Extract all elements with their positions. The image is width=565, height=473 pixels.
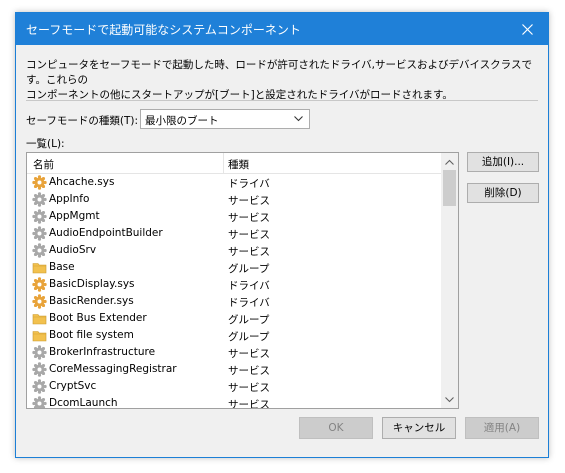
row-name: Boot Bus Extender bbox=[49, 312, 147, 324]
description-line-1: コンピュータをセーフモードで起動した時、ロードが許可されたドライバ,サービスおよ… bbox=[26, 59, 532, 86]
list-row[interactable]: DcomLaunch サービス bbox=[27, 395, 441, 409]
description-text: コンピュータをセーフモードで起動した時、ロードが許可されたドライバ,サービスおよ… bbox=[26, 58, 538, 103]
row-type: サービス bbox=[228, 399, 270, 409]
scroll-up-button[interactable] bbox=[441, 153, 458, 170]
service-gear-icon bbox=[32, 209, 47, 224]
scroll-down-button[interactable] bbox=[441, 391, 458, 408]
row-type: ドライバ bbox=[228, 178, 270, 190]
list-row[interactable]: AppMgmt サービス bbox=[27, 208, 441, 225]
row-type: グループ bbox=[228, 263, 270, 275]
list-row[interactable]: BasicRender.sys ドライバ bbox=[27, 293, 441, 310]
column-divider[interactable] bbox=[223, 153, 224, 173]
chevron-down-icon bbox=[294, 116, 303, 122]
service-gear-icon bbox=[32, 226, 47, 241]
cancel-button[interactable]: キャンセル bbox=[382, 417, 456, 439]
row-name: BasicRender.sys bbox=[49, 295, 134, 307]
row-name: CoreMessagingRegistrar bbox=[49, 363, 177, 375]
mode-select[interactable]: 最小限のブート bbox=[140, 109, 310, 129]
row-name: Boot file system bbox=[49, 329, 134, 341]
dialog-window: セーフモードで起動可能なシステムコンポーネント コンピュータをセーフモードで起動… bbox=[15, 12, 549, 458]
service-gear-icon bbox=[32, 396, 47, 408]
list-row[interactable]: BasicDisplay.sys ドライバ bbox=[27, 276, 441, 293]
chevron-up-icon bbox=[445, 159, 454, 165]
close-icon bbox=[521, 23, 533, 35]
row-type: ドライバ bbox=[228, 297, 270, 309]
row-type: サービス bbox=[228, 229, 270, 241]
component-listview[interactable]: 名前 種類 Ahcache.sys ドライバ AppInfo サービス AppMgmt サ… bbox=[26, 152, 459, 409]
row-name: AudioEndpointBuilder bbox=[49, 227, 163, 239]
separator bbox=[26, 100, 538, 101]
gear-icon bbox=[32, 175, 47, 190]
row-type: ドライバ bbox=[228, 280, 270, 292]
service-gear-icon bbox=[32, 362, 47, 377]
list-row[interactable]: AudioSrv サービス bbox=[27, 242, 441, 259]
list-header: 名前 種類 bbox=[27, 153, 441, 174]
row-type: サービス bbox=[228, 195, 270, 207]
row-type: グループ bbox=[228, 331, 270, 343]
row-name: CryptSvc bbox=[49, 380, 97, 392]
chevron-down-icon bbox=[445, 396, 454, 402]
list-row[interactable]: Boot Bus Extender グループ bbox=[27, 310, 441, 327]
gear-icon bbox=[32, 277, 47, 292]
ok-button[interactable]: OK bbox=[299, 417, 373, 439]
vertical-scrollbar[interactable] bbox=[441, 153, 458, 408]
title-bar: セーフモードで起動可能なシステムコンポーネント bbox=[16, 13, 548, 45]
row-name: BrokerInfrastructure bbox=[49, 346, 156, 358]
service-gear-icon bbox=[32, 243, 47, 258]
mode-selected-value: 最小限のブート bbox=[145, 115, 219, 127]
row-type: サービス bbox=[228, 246, 270, 258]
folder-icon bbox=[32, 328, 47, 343]
list-row[interactable]: Boot file system グループ bbox=[27, 327, 441, 344]
close-button[interactable] bbox=[506, 13, 548, 45]
window-title: セーフモードで起動可能なシステムコンポーネント bbox=[26, 23, 301, 37]
list-row[interactable]: AppInfo サービス bbox=[27, 191, 441, 208]
gear-icon bbox=[32, 294, 47, 309]
add-button[interactable]: 追加(I)... bbox=[467, 152, 539, 172]
list-label: 一覧(L): bbox=[26, 138, 65, 150]
column-header-type[interactable]: 種類 bbox=[228, 157, 249, 172]
row-name: AppMgmt bbox=[49, 210, 100, 222]
list-row[interactable]: CoreMessagingRegistrar サービス bbox=[27, 361, 441, 378]
row-name: DcomLaunch bbox=[49, 397, 118, 409]
row-name: BasicDisplay.sys bbox=[49, 278, 135, 290]
list-row[interactable]: Ahcache.sys ドライバ bbox=[27, 174, 441, 191]
row-type: サービス bbox=[228, 365, 270, 377]
mode-label: セーフモードの種類(T): bbox=[26, 115, 139, 127]
scroll-thumb[interactable] bbox=[443, 170, 456, 206]
service-gear-icon bbox=[32, 345, 47, 360]
row-type: サービス bbox=[228, 212, 270, 224]
apply-button[interactable]: 適用(A) bbox=[465, 417, 539, 439]
list-row[interactable]: BrokerInfrastructure サービス bbox=[27, 344, 441, 361]
row-name: Ahcache.sys bbox=[49, 176, 115, 188]
list-rows: Ahcache.sys ドライバ AppInfo サービス AppMgmt サービス Aud… bbox=[27, 174, 441, 409]
row-name: Base bbox=[49, 261, 75, 273]
row-name: AudioSrv bbox=[49, 244, 97, 256]
folder-icon bbox=[32, 311, 47, 326]
row-type: サービス bbox=[228, 382, 270, 394]
row-type: グループ bbox=[228, 314, 270, 326]
delete-button[interactable]: 削除(D) bbox=[467, 183, 539, 203]
row-name: AppInfo bbox=[49, 193, 90, 205]
list-row[interactable]: AudioEndpointBuilder サービス bbox=[27, 225, 441, 242]
list-row[interactable]: Base グループ bbox=[27, 259, 441, 276]
folder-icon bbox=[32, 260, 47, 275]
column-header-name[interactable]: 名前 bbox=[33, 157, 54, 172]
row-type: サービス bbox=[228, 348, 270, 360]
list-row[interactable]: CryptSvc サービス bbox=[27, 378, 441, 395]
service-gear-icon bbox=[32, 192, 47, 207]
service-gear-icon bbox=[32, 379, 47, 394]
